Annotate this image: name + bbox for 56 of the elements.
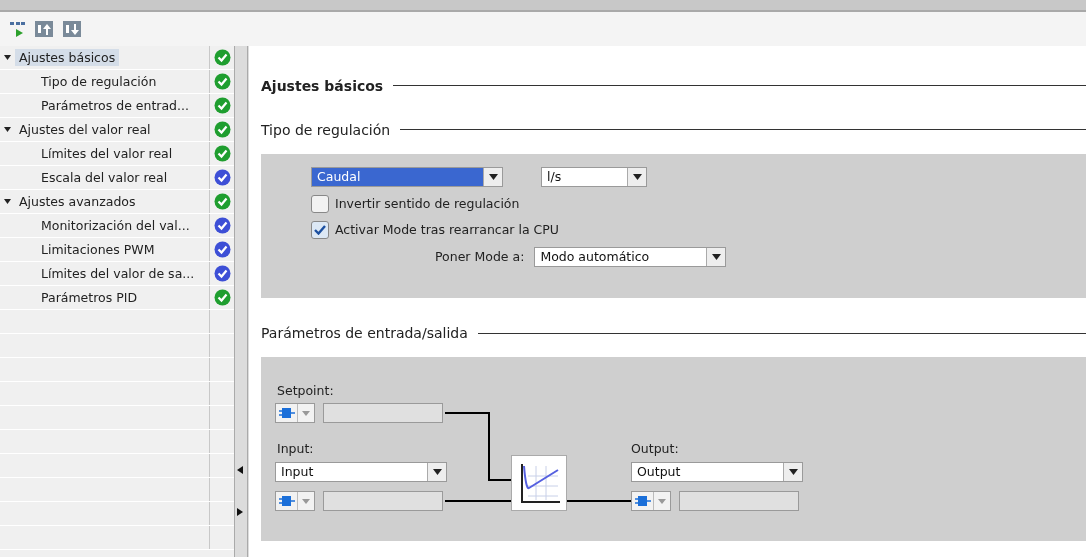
expand-arrow-icon[interactable] [4, 126, 11, 133]
connector-line [445, 412, 511, 483]
caret-icon [432, 469, 442, 476]
tree-item[interactable]: Límites del valor de sa... [37, 265, 199, 282]
tree-item[interactable]: Parámetros PID [37, 289, 142, 306]
run-icon[interactable] [10, 20, 26, 38]
caret-icon [658, 498, 666, 504]
tree-item[interactable]: Escala del valor real [37, 169, 172, 186]
tree-item[interactable]: Ajustes del valor real [15, 121, 155, 138]
caret-icon [302, 498, 310, 504]
output-field[interactable] [679, 491, 799, 512]
field-label: Output: [631, 441, 679, 457]
checkbox-label: Invertir sentido de regulación [335, 196, 520, 212]
tree-item[interactable]: Parámetros de entrad... [37, 97, 193, 114]
checkbox[interactable] [311, 194, 329, 213]
caret-icon [788, 469, 798, 476]
expand-arrow-icon[interactable] [4, 198, 11, 205]
tree-item[interactable]: Limitaciones PWM [37, 241, 159, 258]
tree-item[interactable]: Ajustes avanzados [15, 193, 140, 210]
tree-item[interactable]: Tipo de regulación [37, 73, 161, 90]
caret-icon [632, 173, 642, 180]
mode-dropdown[interactable]: Modo automático [534, 246, 727, 267]
caret-icon [488, 173, 498, 180]
section-heading: Ajustes básicos [261, 77, 384, 94]
regulation-type-dropdown[interactable]: Caudal [311, 166, 503, 187]
checkbox[interactable] [311, 220, 329, 239]
setpoint-field[interactable] [323, 403, 443, 424]
connector-icon [278, 495, 295, 508]
caret-icon [711, 253, 721, 260]
field-label: Setpoint: [277, 383, 334, 399]
connector-button[interactable] [631, 491, 671, 512]
connector-line [445, 500, 511, 503]
sort-up-icon[interactable] [34, 19, 54, 39]
collapse-left-icon[interactable] [237, 466, 243, 474]
checkbox-label: Activar Mode tras rearrancar la CPU [335, 222, 559, 238]
input-dropdown[interactable]: Input [275, 462, 447, 483]
response-curve-icon [518, 462, 560, 505]
field-label: Poner Mode a: [435, 249, 525, 265]
sort-down-icon[interactable] [62, 19, 82, 39]
tree-item[interactable]: Ajustes básicos [15, 49, 120, 66]
section-heading: Tipo de regulación [261, 121, 391, 138]
connector-icon [278, 407, 295, 420]
tree-item[interactable]: Monitorización del val... [37, 217, 194, 234]
expand-arrow-icon[interactable] [4, 54, 11, 61]
connector-icon [634, 495, 651, 508]
connector-line [567, 500, 631, 503]
expand-right-icon[interactable] [237, 508, 243, 516]
field-label: Input: [277, 441, 314, 457]
section-heading: Parámetros de entrada/salida [261, 325, 468, 342]
connector-button[interactable] [275, 403, 315, 424]
input-field[interactable] [323, 491, 443, 512]
caret-icon [302, 410, 310, 416]
connector-button[interactable] [275, 491, 315, 512]
tree-item[interactable]: Límites del valor real [37, 145, 177, 162]
unit-dropdown[interactable]: l/s [541, 166, 647, 187]
output-dropdown[interactable]: Output [631, 462, 803, 483]
